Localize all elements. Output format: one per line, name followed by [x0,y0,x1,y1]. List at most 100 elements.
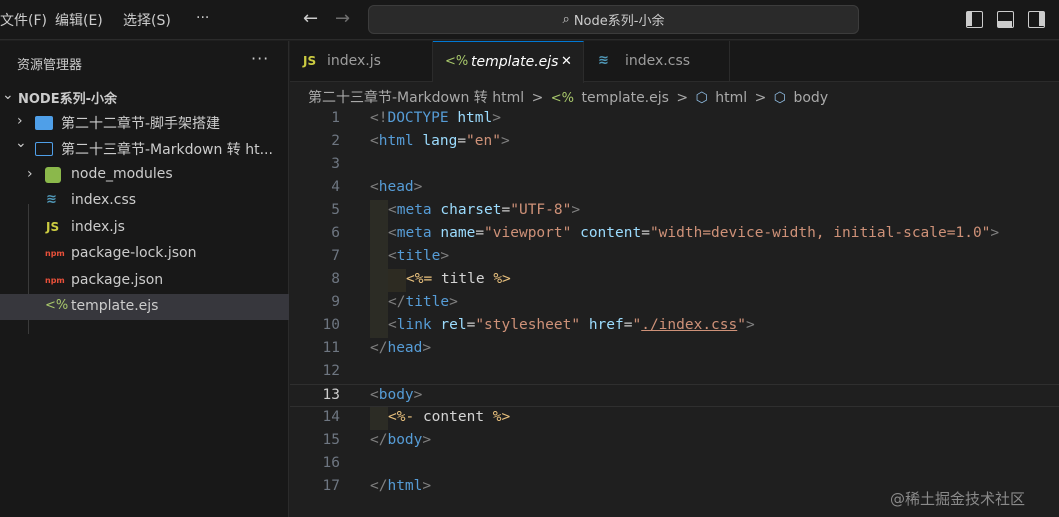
tree-item-package-json[interactable]: npm package.json [0,268,289,294]
tree-item-label: 第二十三章节-Markdown 转 ht... [61,142,273,158]
tree-item-label: template.ejs [71,298,159,314]
code-line: 2 <html lang="en"> [331,133,510,149]
breadcrumb-node-body[interactable]: body [793,90,828,106]
command-center-search[interactable]: ⌕ Node系列-小余 [368,5,859,34]
tab-label: template.ejs [471,54,559,70]
line-number: 8 [331,271,340,287]
tab-bar: JS index.js <% template.ejs ✕ ≋ index.cs… [290,41,1059,83]
npm-file-icon: npm [45,276,65,285]
menu-file[interactable]: 文件(F) [0,10,47,30]
tree-item-label: index.js [71,219,125,235]
symbol-element-icon: ⬡ [695,90,708,106]
toggle-panel-icon[interactable] [997,11,1014,28]
ejs-file-icon: <% [45,298,69,313]
tree-item-label: node_modules [71,166,173,182]
breadcrumb-separator: > [531,90,544,106]
folder-open-icon [35,142,53,156]
tree-item-folder-23[interactable]: ⌄ 第二十三章节-Markdown 转 ht... [0,135,289,161]
breadcrumb-separator: > [676,90,689,106]
close-icon[interactable]: ✕ [561,54,572,69]
tree-item-label: index.css [71,192,137,208]
tree-item-index-css[interactable]: ≋ index.css [0,188,289,214]
npm-file-icon: npm [45,249,65,258]
line-number: 9 [331,294,340,310]
code-line: 1 <!DOCTYPE html> [331,110,501,126]
line-number: 5 [331,202,340,218]
menu-select[interactable]: 选择(S) [123,10,171,30]
line-number: 4 [331,179,340,195]
code-line: 10 <link rel="stylesheet" href="./index.… [290,315,1059,338]
back-arrow-icon[interactable]: ← [303,8,318,29]
line-number: 11 [322,340,340,356]
css-file-icon: ≋ [598,53,609,68]
breadcrumb-file[interactable]: template.ejs [581,90,668,106]
tab-label: index.js [327,53,381,69]
line-number: 17 [322,478,340,494]
menu-edit[interactable]: 编辑(E) [55,10,103,30]
code-line: 8 <%= title %> [290,269,1059,292]
chevron-down-icon: ⌄ [15,135,27,151]
code-line-current: 13 <body> [290,384,1059,407]
command-center-label: Node系列-小余 [573,14,665,29]
tree-item-label: 第二十二章节-脚手架搭建 [61,116,221,132]
breadcrumb-folder[interactable]: 第二十三章节-Markdown 转 html [308,90,524,106]
root-label: NODE系列-小余 [18,92,117,107]
line-number: 14 [322,409,340,425]
toggle-sidebar-icon[interactable] [966,11,983,28]
ejs-file-icon: <% [550,91,575,106]
code-line: 11 </head> [322,340,432,356]
watermark: @稀土掘金技术社区 [890,490,1026,508]
tree-item-template-ejs[interactable]: <% template.ejs [0,294,289,320]
line-number: 15 [322,432,340,448]
chevron-down-icon: ⌄ [2,87,14,103]
explorer-header: 资源管理器 [17,58,83,73]
ejs-file-icon: <% [445,54,469,69]
explorer-root[interactable]: ⌄ NODE系列-小余 [0,83,289,109]
code-line: 15 </body> [322,432,432,448]
line-number: 12 [322,363,340,379]
code-line: 3 [290,154,1059,177]
code-editor[interactable]: 1 <!DOCTYPE html> 2 <html lang="en"> 3 4… [290,108,1059,517]
code-line: 16 [290,453,1059,476]
tree-item-node-modules[interactable]: › node_modules [0,162,289,188]
tab-template-ejs[interactable]: <% template.ejs ✕ [433,41,584,83]
tree-item-folder-22[interactable]: › 第二十二章节-脚手架搭建 [0,109,289,135]
code-line: 4 <head> [331,179,423,195]
code-line: 9 </title> [290,292,1059,315]
title-bar: 文件(F) 编辑(E) 选择(S) ··· ← → ⌕ Node系列-小余 [0,0,1059,40]
explorer-sidebar: 资源管理器 ··· ⌄ NODE系列-小余 › 第二十二章节-脚手架搭建 ⌄ 第… [0,41,289,517]
line-number: 3 [331,156,340,172]
symbol-element-icon: ⬡ [773,90,787,106]
explorer-more-icon[interactable]: ··· [251,49,269,68]
line-number: 1 [331,110,340,126]
code-line: 6 <meta name="viewport" content="width=d… [290,223,1059,246]
tab-label: index.css [625,53,691,69]
breadcrumb-separator: > [754,90,767,106]
js-file-icon: JS [46,220,60,234]
css-file-icon: ≋ [46,192,57,207]
line-number: 7 [331,248,340,264]
folder-closed-icon [35,116,53,130]
forward-arrow-icon[interactable]: → [335,8,350,29]
code-line: 14 <%- content %> [290,407,1059,430]
line-number: 13 [322,387,340,403]
line-number: 10 [322,317,340,333]
line-number: 16 [322,455,340,471]
toggle-secondary-sidebar-icon[interactable] [1028,11,1045,28]
code-line: 7 <title> [290,246,1059,269]
breadcrumb: 第二十三章节-Markdown 转 html > <% template.ejs… [308,87,831,107]
tab-index-css[interactable]: ≋ index.css [584,41,730,82]
breadcrumb-node-html[interactable]: html [715,90,747,106]
tree-item-label: package.json [71,272,164,288]
chevron-right-icon: › [27,166,33,182]
code-line: 12 [290,361,1059,384]
menu-more[interactable]: ··· [196,10,209,26]
code-line: 5 <meta charset="UTF-8"> [290,200,1059,223]
tab-index-js[interactable]: JS index.js [290,41,433,82]
line-number: 6 [331,225,340,241]
tree-item-label: package-lock.json [71,245,197,261]
tree-item-index-js[interactable]: JS index.js [0,215,289,241]
node-folder-icon [45,167,61,183]
line-number: 2 [331,133,340,149]
tree-item-package-lock[interactable]: npm package-lock.json [0,241,289,267]
